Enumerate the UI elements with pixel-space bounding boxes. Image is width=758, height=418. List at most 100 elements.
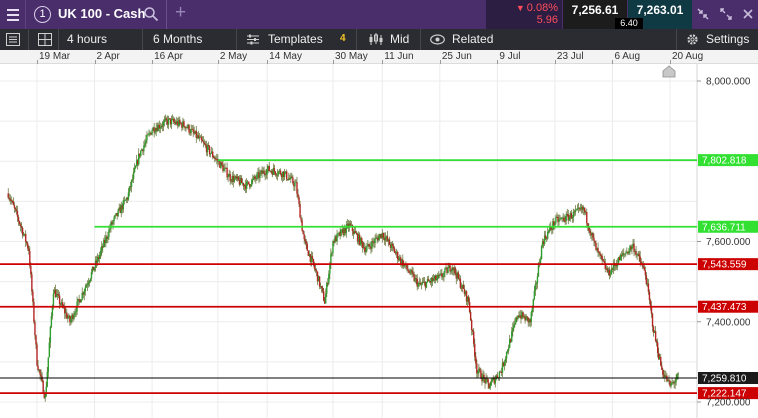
candle-body [170, 119, 173, 125]
candle-body [67, 317, 69, 319]
candle-body [533, 290, 536, 300]
collapse-icon[interactable] [696, 7, 710, 21]
candle-body [208, 146, 211, 155]
date-axis: 19 Mar 2 Apr 16 Apr 2 May 14 May 30 May 11 Jun… [0, 50, 758, 64]
candle-body [124, 200, 127, 201]
instrument-name[interactable]: UK 100 - Cash [58, 6, 145, 21]
candle-body [321, 288, 324, 292]
candle-body [30, 265, 32, 275]
menu-icon[interactable] [0, 0, 26, 29]
candle-body [643, 266, 646, 271]
candle-body [151, 130, 153, 135]
candle-body [407, 268, 409, 271]
candle-body [388, 239, 391, 245]
candle-body [459, 278, 462, 288]
candle-body [214, 158, 216, 159]
candle-body [201, 139, 204, 142]
candle-body [442, 276, 444, 278]
candle-body [365, 250, 367, 253]
candle-body [108, 229, 110, 237]
candle-body [42, 380, 44, 394]
price-type-selector[interactable]: Mid [390, 29, 409, 50]
range-selector[interactable]: 6 Months [153, 29, 202, 50]
candle-body [57, 294, 60, 296]
candle-body [548, 230, 550, 233]
down-arrow-icon: ▼ [515, 3, 525, 13]
candle-body [305, 241, 307, 244]
close-icon[interactable] [741, 7, 755, 21]
candle-body [336, 233, 338, 242]
candle-body [628, 250, 630, 254]
candlestick-icon[interactable] [368, 33, 384, 46]
candle-body [209, 153, 212, 155]
candle-body [444, 268, 446, 273]
scroll-to-end-icon [662, 65, 676, 78]
candle-body [41, 376, 43, 381]
candle-body [354, 231, 357, 233]
candle-body [154, 131, 156, 133]
candle-body [134, 165, 137, 169]
candle-body [530, 312, 532, 323]
expand-icon[interactable] [719, 7, 733, 21]
candle-body [85, 285, 88, 288]
candle-body [473, 331, 475, 344]
candle-body [575, 209, 578, 211]
candle-body [213, 156, 215, 159]
candle-body [432, 278, 435, 281]
candle-body [601, 255, 603, 260]
candle-body [58, 295, 61, 304]
grid-layout-icon[interactable] [38, 33, 52, 46]
related-button[interactable]: Related [452, 29, 493, 50]
candle-body [425, 281, 428, 288]
list-icon[interactable] [6, 33, 20, 46]
candle-body [204, 144, 207, 146]
candle-body [263, 170, 265, 174]
candle-body [662, 369, 664, 375]
candle-body [568, 216, 570, 221]
candle-body [254, 176, 256, 179]
candle-body [330, 253, 332, 264]
candle-body [408, 270, 410, 273]
candle-body [20, 226, 23, 228]
candle-body [132, 172, 135, 179]
candle-body [223, 168, 225, 172]
candle-body [32, 291, 34, 302]
templates-button[interactable]: Templates [268, 29, 323, 50]
candle-body [505, 351, 508, 359]
scroll-marker [662, 65, 676, 78]
gear-icon[interactable] [686, 33, 699, 46]
candle-body [70, 319, 72, 323]
add-tab-icon[interactable]: + [175, 3, 186, 23]
divider [142, 29, 143, 50]
candle-body [600, 254, 602, 256]
candle-body [450, 270, 452, 272]
candle-body [656, 342, 659, 353]
candle-body [645, 275, 648, 285]
candle-body [251, 179, 253, 186]
candle-body [421, 282, 424, 285]
divider [166, 0, 167, 29]
candle-body [631, 246, 633, 250]
eye-icon[interactable] [430, 34, 445, 45]
interval-selector[interactable]: 4 hours [67, 29, 107, 50]
candle-body [572, 211, 575, 218]
candle-body [597, 248, 599, 252]
candle-body [598, 251, 600, 253]
candle-body [337, 233, 339, 235]
templates-icon[interactable] [246, 33, 260, 46]
candle-body [565, 214, 567, 221]
settings-button[interactable]: Settings [706, 29, 749, 50]
divider [420, 29, 421, 50]
candle-body [447, 267, 449, 274]
candle-body [84, 287, 86, 292]
candle-body [28, 248, 30, 252]
candle-body [661, 365, 663, 370]
price-chart[interactable]: 7,802.8187,636.7117,543.5597,437.4737,22… [0, 64, 758, 418]
search-icon[interactable] [143, 6, 159, 22]
candle-body [374, 238, 376, 244]
candle-body [382, 232, 385, 238]
candle-body [314, 268, 317, 271]
divider [236, 29, 237, 50]
date-tick-label: 25 Jun [441, 51, 472, 62]
candle-body [512, 327, 514, 332]
